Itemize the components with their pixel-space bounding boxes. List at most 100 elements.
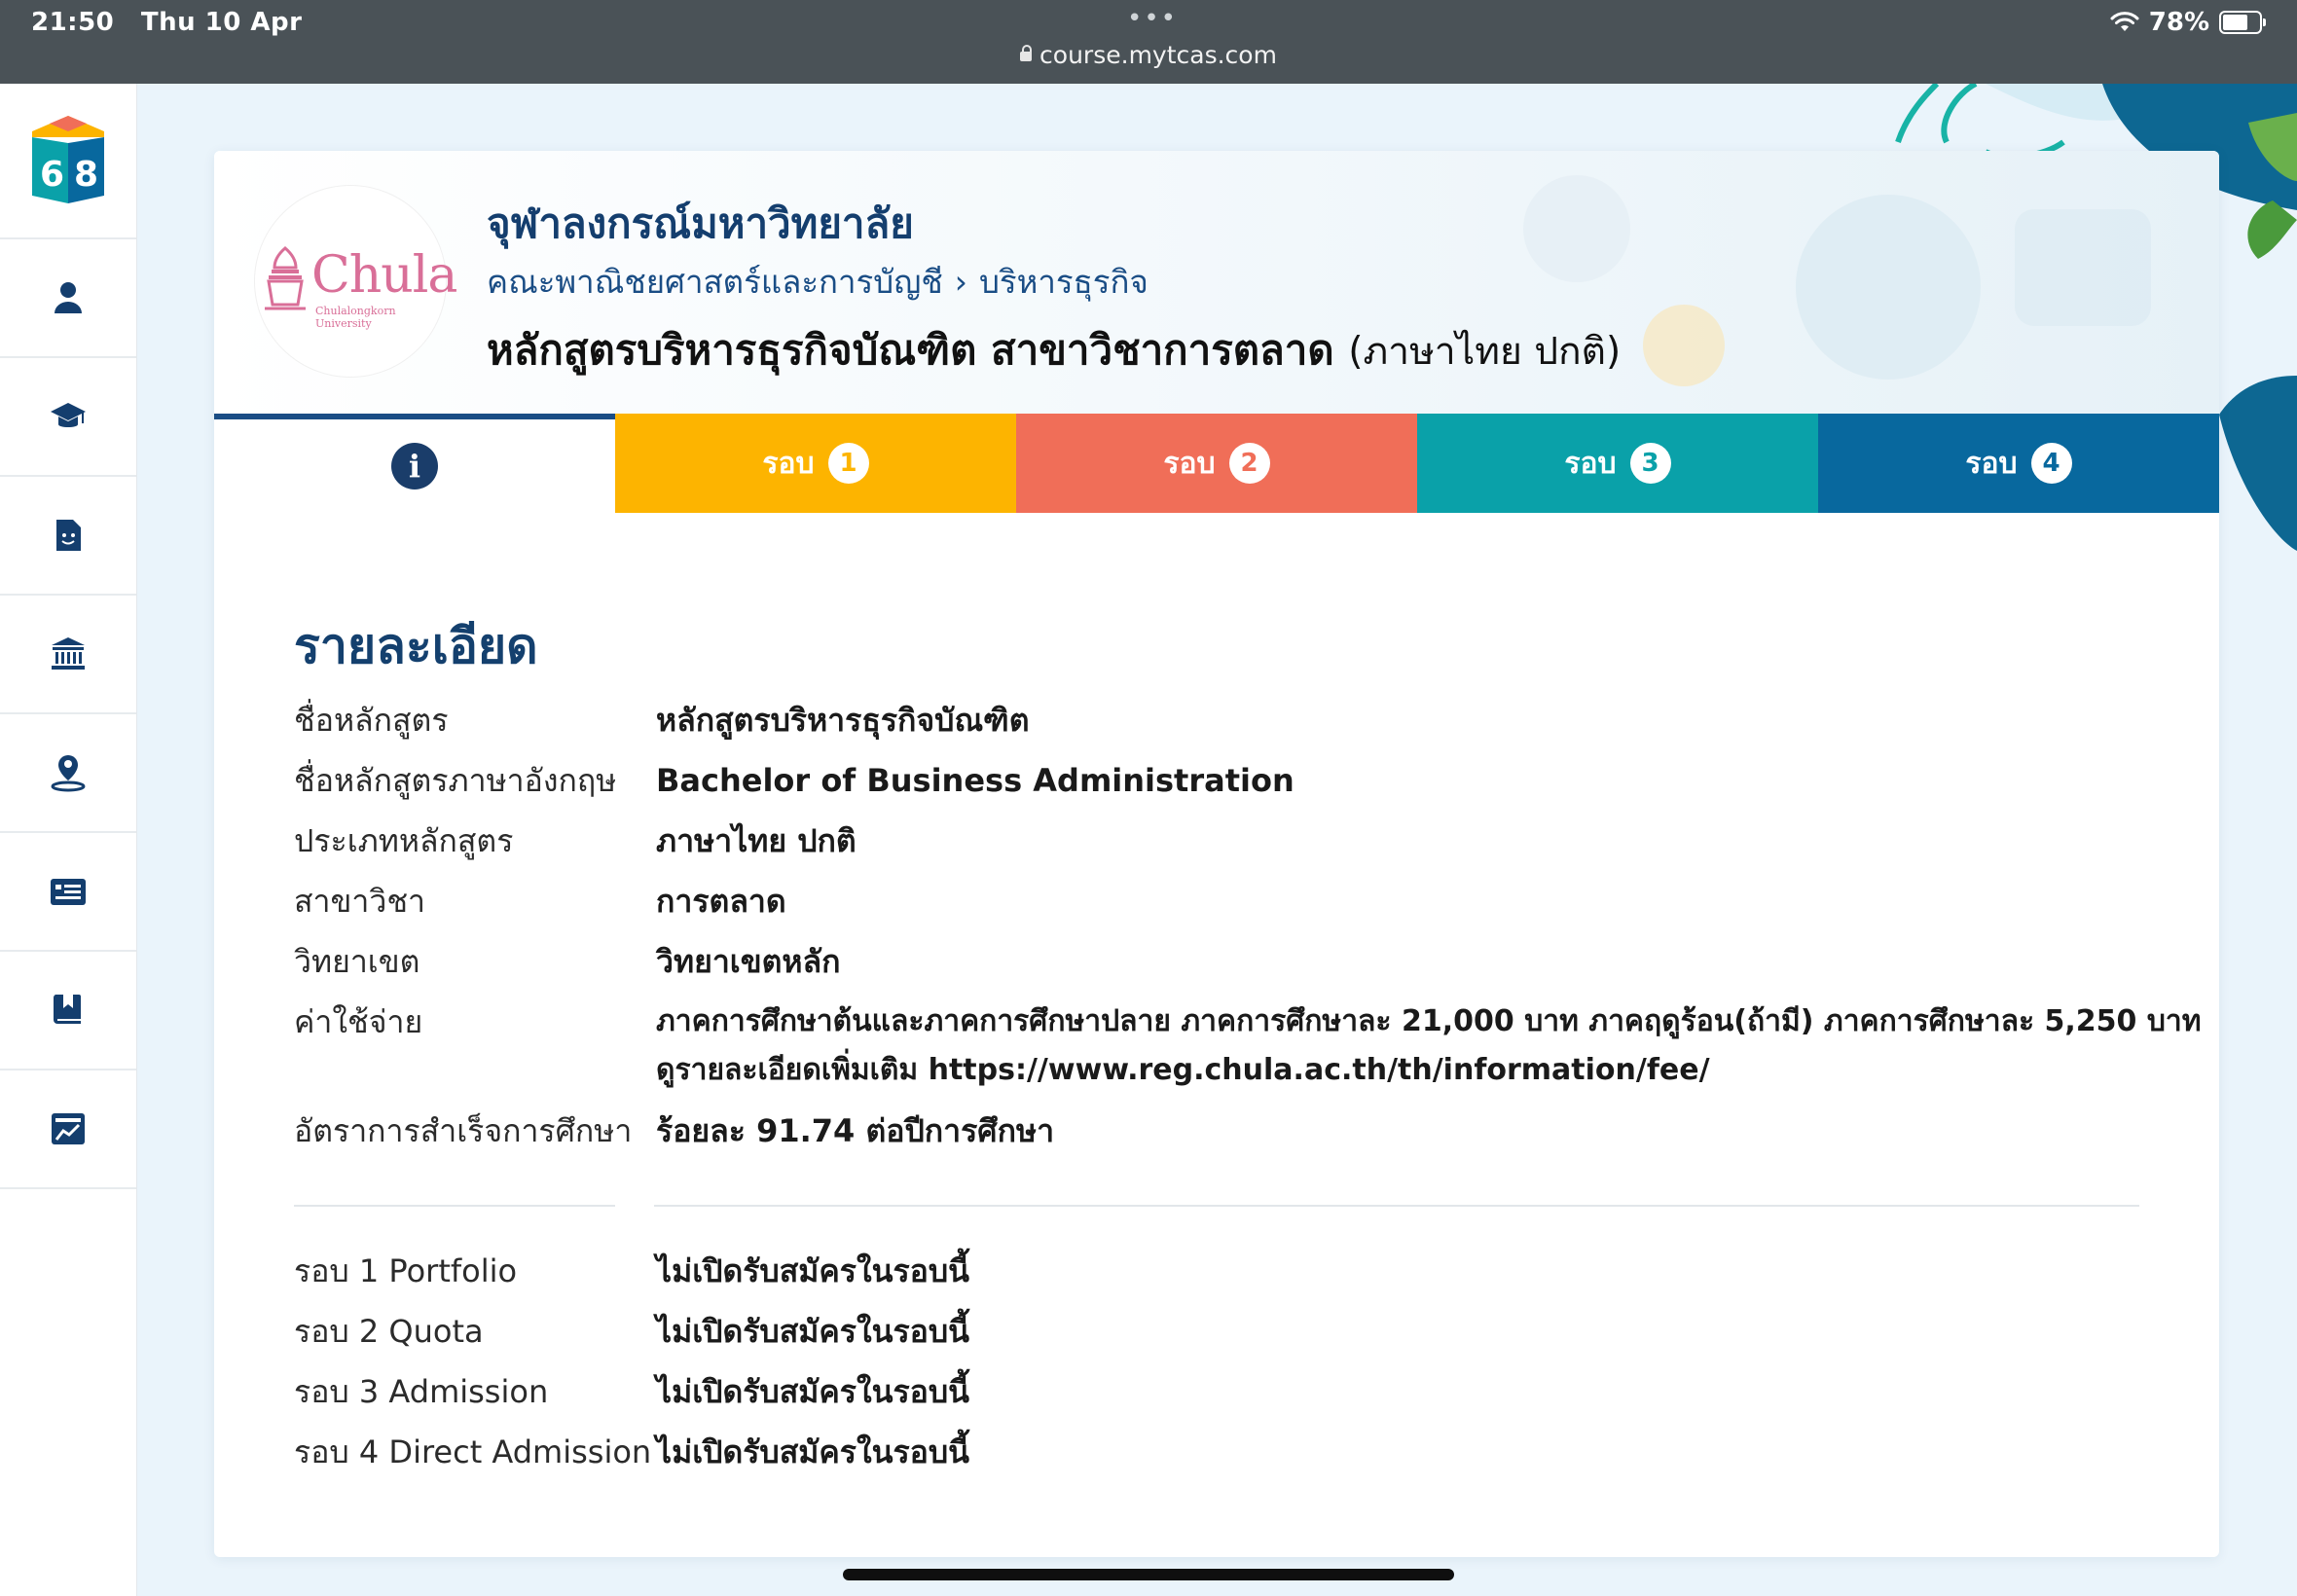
round-status: ไม่เปิดรับสมัครในรอบนี้	[656, 1252, 970, 1289]
tab-round-3[interactable]: รอบ 3	[1417, 414, 1818, 513]
chula-wordmark: Chula	[311, 246, 457, 305]
tab-info[interactable]: i	[214, 414, 615, 513]
status-time: 21:50	[31, 8, 115, 37]
sidebar: 6 8	[0, 84, 137, 1596]
status-time-date: 21:50 Thu 10 Apr	[31, 8, 319, 37]
lock-icon	[1020, 45, 1033, 61]
fee-text: ภาคการศึกษาต้นและภาคการศึกษาปลาย ภาคการศ…	[656, 1004, 2202, 1038]
university-logo: Chula Chulalongkorn University	[255, 186, 457, 377]
detail-value: ภาคการศึกษาต้นและภาคการศึกษาปลาย ภาคการศ…	[656, 998, 2202, 1095]
bookmark-book-icon	[53, 995, 81, 1024]
sidebar-item-handbook[interactable]	[0, 952, 136, 1070]
sidebar-item-statistics[interactable]	[0, 1070, 136, 1189]
detail-label: สาขาวิชา	[294, 883, 425, 920]
tab-round-label: รอบ	[1965, 446, 2018, 481]
map-pin-person-icon	[51, 755, 86, 792]
detail-value: Bachelor of Business Administration	[656, 762, 1294, 799]
round-row-2: รอบ 2 Quota ไม่เปิดรับสมัครในรอบนี้	[294, 1307, 2143, 1356]
battery-percent: 78%	[2148, 8, 2209, 37]
address-url: course.mytcas.com	[1039, 41, 1277, 69]
sidebar-item-programs[interactable]	[0, 358, 136, 477]
detail-value: วิทยาเขตหลัก	[656, 943, 841, 980]
battery-icon	[2219, 11, 2266, 34]
divider-right	[654, 1205, 2139, 1207]
tab-round-number: 3	[1629, 443, 1671, 484]
detail-row-major: สาขาวิชา การตลาด	[294, 877, 2143, 925]
university-name[interactable]: จุฬาลงกรณ์มหาวิทยาลัย	[487, 192, 914, 256]
program-name: หลักสูตรบริหารธุรกิจบัณฑิต สาขาวิชาการตล…	[487, 326, 1334, 374]
round-tabs: i รอบ 1 รอบ 2 รอบ 3 รอบ 4	[214, 414, 2219, 513]
detail-value: ภาษาไทย ปกติ	[656, 822, 857, 859]
round-label: รอบ 1 Portfolio	[294, 1252, 518, 1289]
chart-line-icon	[52, 1113, 85, 1144]
sidebar-item-news[interactable]	[0, 833, 136, 952]
program-header: Chula Chulalongkorn University จุฬาลงกรณ…	[214, 151, 2219, 414]
breadcrumb-separator: ›	[954, 263, 967, 301]
round-row-1: รอบ 1 Portfolio ไม่เปิดรับสมัครในรอบนี้	[294, 1247, 2143, 1295]
document-face-icon	[56, 520, 81, 551]
list-newspaper-icon	[51, 879, 86, 905]
chula-seal-icon	[265, 246, 306, 310]
logo-digit-6: 6	[40, 155, 64, 195]
round-label: รอบ 3 Admission	[294, 1373, 549, 1410]
detail-value: ร้อยละ 91.74 ต่อปีการศึกษา	[656, 1112, 1055, 1149]
tab-round-2[interactable]: รอบ 2	[1016, 414, 1417, 513]
detail-row-graduation-rate: อัตราการสำเร็จการศึกษา ร้อยละ 91.74 ต่อป…	[294, 1106, 2143, 1155]
sidebar-item-documents[interactable]	[0, 477, 136, 596]
round-row-3: รอบ 3 Admission ไม่เปิดรับสมัครในรอบนี้	[294, 1367, 2143, 1416]
mytcas-logo[interactable]: 6 8	[0, 84, 136, 239]
tab-round-label: รอบ	[1163, 446, 1216, 481]
detail-row-fee: ค่าใช้จ่าย ภาคการศึกษาต้นและภาคการศึกษาป…	[294, 998, 2202, 1095]
wifi-icon	[2110, 12, 2139, 31]
chula-subtitle: Chulalongkorn University	[315, 305, 396, 330]
detail-row-english-name: ชื่อหลักสูตรภาษาอังกฤษ Bachelor of Busin…	[294, 756, 2143, 805]
round-status: ไม่เปิดรับสมัครในรอบนี้	[656, 1373, 970, 1410]
detail-row-campus: วิทยาเขต วิทยาเขตหลัก	[294, 937, 2143, 986]
program-language: (ภาษาไทย ปกติ)	[1348, 330, 1622, 374]
address-bar[interactable]: course.mytcas.com	[0, 41, 2297, 69]
tab-round-number: 1	[827, 443, 869, 484]
fee-link[interactable]: ดูรายละเอียดเพิ่มเติม https://www.reg.ch…	[656, 1046, 2202, 1095]
tcas68-book-logo: 6 8	[32, 116, 104, 203]
detail-label: วิทยาเขต	[294, 943, 420, 980]
detail-value: หลักสูตรบริหารธุรกิจบัณฑิต	[656, 702, 1030, 739]
detail-label: อัตราการสำเร็จการศึกษา	[294, 1112, 633, 1149]
tab-round-4[interactable]: รอบ 4	[1818, 414, 2219, 513]
graduation-cap-icon	[51, 403, 86, 427]
round-row-4: รอบ 4 Direct Admission ไม่เปิดรับสมัครใน…	[294, 1428, 2143, 1476]
detail-value: การตลาด	[656, 883, 786, 920]
tab-round-label: รอบ	[1564, 446, 1617, 481]
tab-round-number: 4	[2030, 443, 2072, 484]
round-label: รอบ 4 Direct Admission	[294, 1433, 652, 1470]
detail-label: ชื่อหลักสูตร	[294, 702, 449, 739]
detail-row-program-type: ประเภทหลักสูตร ภาษาไทย ปกติ	[294, 816, 2143, 865]
round-label: รอบ 2 Quota	[294, 1313, 484, 1350]
university-building-icon	[52, 637, 85, 670]
sidebar-item-exam-location[interactable]	[0, 714, 136, 833]
breadcrumb-faculty[interactable]: คณะพาณิชยศาสตร์และการบัญชี	[487, 263, 943, 301]
details-heading: รายละเอียด	[294, 618, 538, 674]
sidebar-item-universities[interactable]	[0, 596, 136, 714]
multitask-dots-icon[interactable]: •••	[1127, 4, 1178, 33]
status-date: Thu 10 Apr	[140, 8, 303, 37]
round-status: ไม่เปิดรับสมัครในรอบนี้	[656, 1433, 970, 1470]
round-status: ไม่เปิดรับสมัครในรอบนี้	[656, 1313, 970, 1350]
logo-digit-8: 8	[74, 155, 98, 195]
battery-fill	[2223, 15, 2247, 30]
user-icon	[55, 282, 82, 313]
breadcrumb-department[interactable]: บริหารธุรกิจ	[979, 263, 1148, 301]
detail-row-program-name: ชื่อหลักสูตร หลักสูตรบริหารธุรกิจบัณฑิต	[294, 696, 2143, 744]
detail-label: ประเภทหลักสูตร	[294, 822, 514, 859]
sidebar-item-profile[interactable]	[0, 239, 136, 358]
tab-round-label: รอบ	[762, 446, 815, 481]
divider-left	[294, 1205, 615, 1207]
program-title: หลักสูตรบริหารธุรกิจบัณฑิต สาขาวิชาการตล…	[487, 318, 1621, 382]
program-card: Chula Chulalongkorn University จุฬาลงกรณ…	[214, 151, 2219, 1557]
info-icon: i	[391, 443, 438, 490]
tab-round-1[interactable]: รอบ 1	[615, 414, 1016, 513]
detail-label: ค่าใช้จ่าย	[294, 1003, 423, 1040]
ios-status-bar: 21:50 Thu 10 Apr ••• course.mytcas.com 7…	[0, 0, 2297, 84]
tab-round-number: 2	[1228, 443, 1270, 484]
status-indicators: 78%	[2110, 8, 2266, 37]
home-indicator[interactable]	[843, 1569, 1454, 1580]
